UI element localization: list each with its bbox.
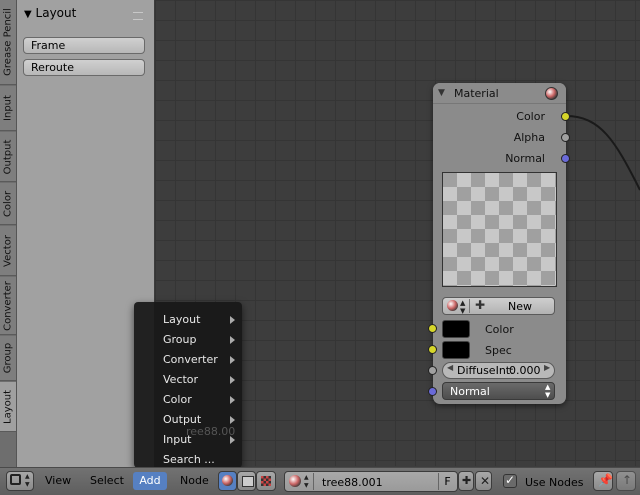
texture-tree-button[interactable] bbox=[256, 471, 276, 491]
material-sphere-icon[interactable] bbox=[545, 87, 558, 100]
arrow-up-icon: ↑ bbox=[622, 473, 633, 487]
collapse-triangle-icon: ▼ bbox=[24, 9, 32, 20]
node-link bbox=[565, 115, 640, 191]
reroute-button[interactable]: Reroute bbox=[23, 59, 145, 76]
tab-group[interactable]: Group bbox=[0, 336, 16, 381]
output-label-normal: Normal bbox=[505, 152, 545, 165]
drag-grip-icon[interactable] bbox=[133, 12, 143, 20]
node-collapse-icon[interactable]: ▼ bbox=[438, 88, 445, 98]
plus-icon: ✚ bbox=[462, 474, 472, 487]
submenu-arrow-icon bbox=[230, 416, 235, 424]
tab-converter[interactable]: Converter bbox=[0, 277, 16, 335]
tree-name: tree88.001 bbox=[322, 476, 383, 489]
updown-arrows-icon: ▲ ▼ bbox=[460, 299, 466, 315]
submenu-arrow-icon bbox=[230, 316, 235, 324]
panel-header[interactable]: ▼ Layout bbox=[24, 6, 76, 20]
output-label-color: Color bbox=[516, 110, 545, 123]
output-socket-normal[interactable] bbox=[561, 154, 570, 163]
output-label-alpha: Alpha bbox=[513, 131, 545, 144]
unlink-tree-button[interactable]: ✕ bbox=[475, 471, 492, 491]
parent-tree-button[interactable]: ↑ bbox=[616, 471, 636, 491]
menu-item-converter[interactable]: Converter bbox=[134, 350, 242, 370]
input-label-spec: Spec bbox=[485, 344, 512, 357]
material-sphere-icon bbox=[447, 300, 458, 311]
image-icon bbox=[242, 476, 254, 487]
submenu-arrow-icon bbox=[230, 376, 235, 384]
output-socket-color[interactable] bbox=[561, 112, 570, 121]
pin-button[interactable]: 📌 bbox=[593, 471, 613, 491]
normal-select[interactable]: Normal ▲ ▼ bbox=[442, 382, 555, 400]
input-socket-color[interactable] bbox=[428, 324, 437, 333]
checker-texture-icon bbox=[261, 476, 271, 486]
spec-swatch[interactable] bbox=[442, 341, 470, 359]
menu-item-output[interactable]: Output bbox=[134, 410, 242, 430]
tab-output[interactable]: Output bbox=[0, 132, 16, 182]
diffuse-value: 0.000 bbox=[509, 364, 541, 377]
tab-input[interactable]: Input bbox=[0, 86, 16, 131]
updown-arrows-icon: ▲ ▼ bbox=[25, 473, 30, 488]
node-editor-icon bbox=[10, 474, 21, 485]
submenu-arrow-icon bbox=[230, 356, 235, 364]
input-socket-normal[interactable] bbox=[428, 387, 437, 396]
submenu-arrow-icon bbox=[230, 336, 235, 344]
menu-item-vector[interactable]: Vector bbox=[134, 370, 242, 390]
output-socket-alpha[interactable] bbox=[561, 133, 570, 142]
material-browse-button[interactable]: ▲ ▼ bbox=[444, 299, 470, 315]
color-swatch[interactable] bbox=[442, 320, 470, 338]
material-preview bbox=[442, 172, 557, 287]
close-icon: ✕ bbox=[480, 474, 491, 488]
decrement-arrow-icon[interactable]: ◀ bbox=[447, 363, 453, 372]
updown-arrows-icon: ▲ ▼ bbox=[545, 383, 551, 399]
menu-item-input[interactable]: Input bbox=[134, 430, 242, 450]
editor-type-button[interactable]: ▲ ▼ bbox=[6, 471, 34, 491]
node-title: Material bbox=[454, 87, 499, 100]
menu-view[interactable]: View bbox=[45, 474, 71, 487]
compositing-tree-button[interactable] bbox=[237, 471, 256, 491]
input-socket-spec[interactable] bbox=[428, 345, 437, 354]
menu-item-group[interactable]: Group bbox=[134, 330, 242, 350]
shader-tree-button[interactable] bbox=[218, 471, 237, 491]
material-sphere-icon bbox=[289, 475, 301, 487]
menu-item-color[interactable]: Color bbox=[134, 390, 242, 410]
tab-layout[interactable]: Layout bbox=[0, 382, 16, 432]
increment-arrow-icon[interactable]: ▶ bbox=[544, 363, 550, 372]
tab-color[interactable]: Color bbox=[0, 183, 16, 225]
diffuse-label: DiffuseInt: bbox=[457, 364, 514, 377]
menu-add[interactable]: Add bbox=[133, 472, 167, 490]
panel-title: Layout bbox=[35, 6, 77, 20]
plus-icon: ✚ bbox=[475, 298, 486, 312]
new-material-button[interactable]: ✚ New bbox=[471, 298, 553, 313]
material-sphere-icon bbox=[222, 475, 233, 486]
menu-node[interactable]: Node bbox=[180, 474, 209, 487]
updown-arrows-icon: ▲ ▼ bbox=[304, 474, 309, 489]
input-label-color: Color bbox=[485, 323, 514, 336]
submenu-arrow-icon bbox=[230, 436, 235, 444]
pin-icon: 📌 bbox=[598, 473, 613, 487]
menu-select[interactable]: Select bbox=[90, 474, 124, 487]
input-socket-diffuse[interactable] bbox=[428, 366, 437, 375]
menu-item-layout[interactable]: Layout bbox=[134, 310, 242, 330]
frame-button[interactable]: Frame bbox=[23, 37, 145, 54]
submenu-arrow-icon bbox=[230, 396, 235, 404]
add-tree-button[interactable]: ✚ bbox=[458, 471, 474, 491]
tree-browse-button[interactable]: ▲ ▼ bbox=[286, 473, 314, 490]
tab-vector[interactable]: Vector bbox=[0, 226, 16, 276]
use-nodes-label: Use Nodes bbox=[525, 476, 584, 489]
check-icon: ✓ bbox=[505, 473, 516, 487]
fake-user-button[interactable]: F bbox=[438, 473, 456, 490]
use-nodes-checkbox[interactable]: ✓ bbox=[503, 473, 517, 488]
tab-grease-pencil[interactable]: Grease Pencil bbox=[0, 0, 16, 85]
